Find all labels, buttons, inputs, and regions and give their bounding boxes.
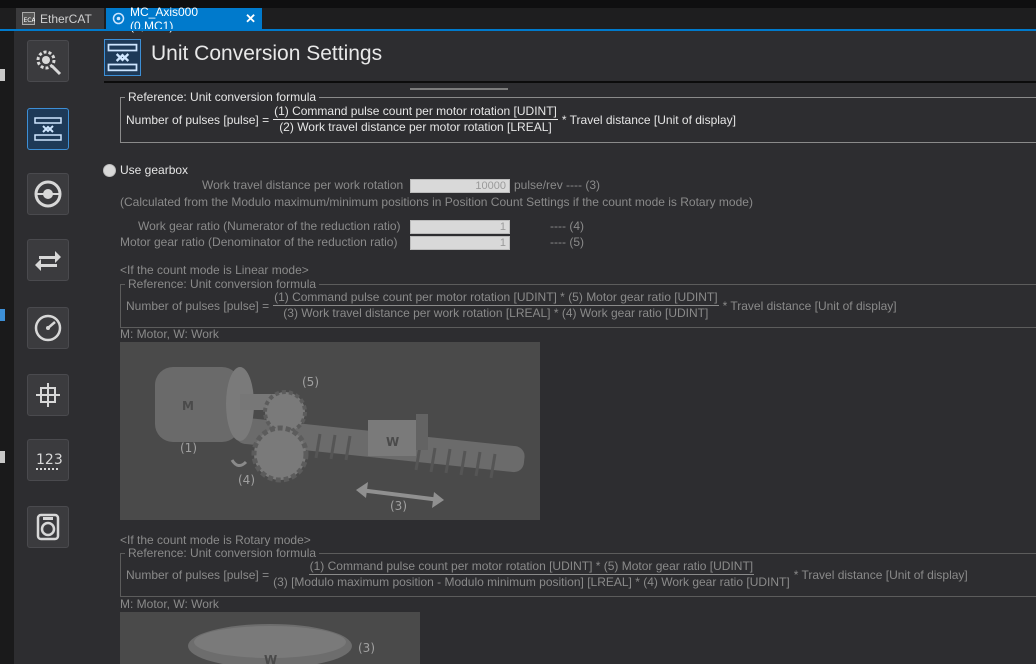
crosshair-icon bbox=[36, 383, 60, 407]
motor-gear-ref: ---- (5) bbox=[550, 235, 584, 249]
close-icon[interactable]: ✕ bbox=[245, 11, 256, 27]
unit-conversion-icon bbox=[34, 117, 62, 141]
position-count-settings-button[interactable]: 123 bbox=[27, 439, 69, 481]
rotary-caption: M: Motor, W: Work bbox=[120, 597, 219, 611]
formula-numerator: (1) Command pulse count per motor rotati… bbox=[273, 290, 719, 306]
linear-formula: Number of pulses [pulse] = (1) Command p… bbox=[126, 291, 897, 320]
operation-settings-button[interactable] bbox=[27, 173, 69, 215]
svg-text:(1): (1) bbox=[180, 441, 197, 455]
count-icon: 123 bbox=[36, 452, 63, 470]
page-title: Unit Conversion Settings bbox=[151, 42, 383, 65]
limit-settings-button[interactable] bbox=[27, 307, 69, 349]
formula-lhs: Number of pulses [pulse] = bbox=[126, 567, 270, 582]
formula-rhs: * Travel distance [Unit of display] bbox=[561, 112, 736, 127]
tab-mc-axis[interactable]: MC_Axis000 (0,MC1) ✕ bbox=[106, 5, 262, 33]
formula-numerator: (1) Command pulse count per motor rotati… bbox=[273, 104, 558, 120]
tab-ethercat[interactable]: ECAT EtherCAT bbox=[16, 8, 104, 29]
formula-lhs: Number of pulses [pulse] = bbox=[126, 298, 270, 313]
svg-text:(5): (5) bbox=[302, 375, 319, 389]
formula-fraction: (1) Command pulse count per motor rotati… bbox=[273, 105, 558, 134]
dock-marker-selected[interactable] bbox=[0, 309, 5, 321]
linear-mode-heading: <If the count mode is Linear mode> bbox=[120, 263, 309, 277]
svg-text:123: 123 bbox=[36, 452, 63, 468]
page-header: Unit Conversion Settings bbox=[96, 31, 1036, 90]
reference-formula-box: Reference: Unit conversion formula Numbe… bbox=[120, 90, 1036, 143]
reference-legend: Reference: Unit conversion formula bbox=[125, 546, 320, 560]
svg-text:W: W bbox=[386, 435, 399, 449]
svg-text:(4): (4) bbox=[238, 473, 255, 487]
use-gearbox-label: Use gearbox bbox=[120, 163, 189, 177]
servo-drive-settings-button[interactable] bbox=[27, 506, 69, 548]
servo-icon bbox=[36, 513, 60, 541]
ecat-icon: ECAT bbox=[22, 12, 39, 25]
formula-fraction: (1) Command pulse count per motor rotati… bbox=[273, 560, 790, 589]
formula-rhs: * Travel distance [Unit of display] bbox=[722, 298, 897, 313]
linear-mode-diagram: M W (1) (3) (4) (5) bbox=[120, 342, 540, 520]
formula-lhs: Number of pulses [pulse] = bbox=[126, 112, 270, 127]
unit-conversion-header-icon bbox=[104, 39, 141, 76]
work-gear-input[interactable]: 1 bbox=[410, 220, 510, 234]
dock-marker[interactable] bbox=[0, 451, 5, 463]
rotary-mode-heading: <If the count mode is Rotary mode> bbox=[120, 533, 311, 547]
header-divider bbox=[104, 81, 1036, 83]
scroll-indicator bbox=[410, 88, 508, 90]
tab-bar: ECAT EtherCAT MC_Axis000 (0,MC1) ✕ bbox=[0, 5, 1036, 33]
motor-icon bbox=[34, 180, 62, 208]
axis-icon bbox=[112, 12, 125, 25]
formula-denominator: (2) Work travel distance per motor rotat… bbox=[279, 120, 552, 134]
formula-rhs: * Travel distance [Unit of display] bbox=[793, 567, 968, 582]
axis-basic-settings-button[interactable] bbox=[27, 40, 69, 82]
work-gear-label: Work gear ratio (Numerator of the reduct… bbox=[138, 219, 401, 233]
homing-settings-button[interactable] bbox=[27, 374, 69, 416]
linear-caption: M: Motor, W: Work bbox=[120, 327, 219, 341]
formula-fraction: (1) Command pulse count per motor rotati… bbox=[273, 290, 719, 320]
motor-gear-input[interactable]: 1 bbox=[410, 236, 510, 250]
settings-sidebar: 123 bbox=[16, 31, 96, 664]
svg-text:(3): (3) bbox=[390, 499, 407, 513]
unit-conversion-formula: Number of pulses [pulse] = (1) Command p… bbox=[126, 105, 736, 134]
gear-icon bbox=[36, 50, 62, 76]
svg-text:M: M bbox=[182, 399, 194, 413]
svg-text:ECAT: ECAT bbox=[24, 17, 36, 24]
unit-conversion-settings-button[interactable] bbox=[27, 108, 69, 150]
formula-denominator: (3) Work travel distance per work rotati… bbox=[283, 306, 709, 320]
formula-denominator: (3) [Modulo maximum position - Modulo mi… bbox=[273, 575, 790, 589]
use-gearbox-radio[interactable] bbox=[103, 164, 116, 177]
reference-legend: Reference: Unit conversion formula bbox=[125, 277, 320, 291]
other-operation-settings-button[interactable] bbox=[27, 239, 69, 281]
rotary-formula: Number of pulses [pulse] = (1) Command p… bbox=[126, 560, 968, 589]
motor-gear-label: Motor gear ratio (Denominator of the red… bbox=[120, 235, 398, 249]
svg-text:W: W bbox=[264, 653, 277, 664]
main-panel: Unit Conversion Settings Reference: Unit… bbox=[96, 31, 1036, 664]
rotary-mode-diagram: W (3) bbox=[120, 612, 420, 664]
arrows-icon bbox=[35, 251, 61, 271]
linear-formula-box: Reference: Unit conversion formula Numbe… bbox=[120, 277, 1036, 328]
speedometer-icon bbox=[34, 314, 62, 342]
work-travel-unit: pulse/rev ---- (3) bbox=[514, 178, 601, 192]
work-travel-input[interactable]: 10000 bbox=[410, 179, 510, 193]
reference-legend: Reference: Unit conversion formula bbox=[125, 90, 320, 104]
svg-text:(3): (3) bbox=[358, 641, 375, 655]
left-dock-strip bbox=[0, 31, 14, 664]
work-travel-label: Work travel distance per work rotation bbox=[202, 178, 404, 192]
formula-numerator: (1) Command pulse count per motor rotati… bbox=[308, 559, 755, 575]
work-gear-ref: ---- (4) bbox=[550, 219, 584, 233]
calculation-note: (Calculated from the Modulo maximum/mini… bbox=[120, 195, 753, 209]
tab-label: EtherCAT bbox=[40, 11, 92, 26]
rotary-formula-box: Reference: Unit conversion formula Numbe… bbox=[120, 546, 1036, 597]
dock-marker[interactable] bbox=[0, 69, 5, 81]
